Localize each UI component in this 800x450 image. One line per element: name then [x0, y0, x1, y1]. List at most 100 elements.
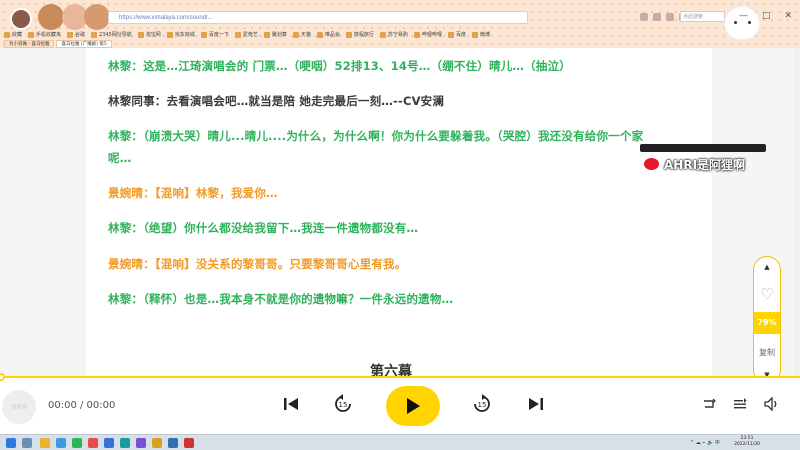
svg-text:15: 15 — [478, 401, 487, 409]
scroll-up-button[interactable]: ▲ — [754, 263, 780, 271]
bookmark-item[interactable]: 收藏 — [4, 31, 22, 38]
script-line: 林黎同事：去看演唱会吧…就当是陪 她走完最后一刻…--CV安澜 — [108, 94, 445, 108]
skip-next-icon — [529, 398, 543, 410]
previous-track-button[interactable] — [279, 392, 303, 416]
bookmark-icon — [91, 31, 98, 38]
repeat-icon — [704, 398, 716, 408]
bookmark-item[interactable]: 2345网址导航 — [91, 31, 132, 38]
browser-tab-active[interactable]: 喜马拉雅 (广播剧) 第5 — [56, 40, 112, 48]
loop-button[interactable] — [697, 392, 721, 416]
bookmark-icon — [413, 31, 420, 38]
extension-icon[interactable] — [640, 13, 648, 21]
rewind-15-icon: 15 — [335, 394, 351, 412]
bookmark-item[interactable]: 苏宁易购 — [379, 31, 408, 38]
bookmark-item[interactable]: 京东商城 — [166, 31, 195, 38]
bookmark-icon — [4, 31, 10, 38]
start-icon[interactable] — [6, 438, 16, 448]
bookmark-item[interactable]: 百度 — [447, 31, 466, 38]
minimize-button[interactable]: — — [739, 11, 748, 21]
script-line: 林黎：这是…江琦演唱会的 门票…（哽咽）52排13、14号…（绷不住）晴儿…（抽… — [108, 59, 571, 73]
weibo-watermark: AHRI是阿狸啊 — [640, 144, 770, 180]
play-button[interactable] — [386, 386, 440, 426]
bookmark-icon — [345, 31, 352, 38]
extension-icon[interactable] — [653, 13, 661, 21]
script-line: 景婉晴：【混响】林黎，我爱你… — [108, 186, 278, 200]
forward-15-icon: 15 — [474, 394, 490, 412]
folder-icon[interactable] — [40, 438, 50, 448]
bookmark-icon — [166, 31, 173, 38]
window-controls: — □ ✕ — [739, 11, 792, 21]
album-cover[interactable]: ◎◎◎ — [2, 390, 36, 424]
close-button[interactable]: ✕ — [784, 11, 792, 21]
bookmark-icon — [67, 31, 74, 38]
bookmark-item[interactable]: 微博 — [471, 31, 490, 38]
system-clock[interactable]: 23:51 2022/11/30 — [734, 436, 760, 448]
bookmark-icon — [316, 31, 323, 38]
weibo-handle: AHRI是阿狸啊 — [664, 158, 746, 172]
watermark-band — [640, 144, 766, 152]
bookmarks-bar: 收藏 手机收藏夹 谷歌 2345网址导航 淘宝网 京东商城 百度一下 爱奇艺 聚… — [4, 31, 490, 38]
system-tray[interactable]: ^ ☁ ⌁ 🔊 中 — [690, 439, 720, 446]
bookmark-item[interactable]: 谷歌 — [67, 31, 85, 38]
progress-handle[interactable] — [0, 373, 5, 381]
bookmark-item[interactable]: 爱奇艺 — [234, 31, 258, 38]
extension-icon[interactable] — [666, 13, 674, 21]
wechat-icon[interactable] — [72, 438, 82, 448]
svg-text:15: 15 — [339, 401, 348, 409]
bookmark-item[interactable]: 聚划算 — [263, 31, 287, 38]
tab-strip: 为小说做 - 喜马拉雅 喜马拉雅 (广播剧) 第5 — [4, 40, 112, 48]
app-icon[interactable] — [104, 438, 114, 448]
forward-15-button[interactable]: 15 — [470, 392, 494, 416]
bookmark-item[interactable]: 百度一下 — [200, 31, 229, 38]
user-avatar[interactable] — [10, 8, 32, 30]
bookmark-icon — [137, 31, 144, 38]
maximize-button[interactable]: □ — [762, 11, 771, 21]
script-line: 呢… — [108, 151, 132, 165]
bookmark-icon — [471, 31, 478, 38]
bookmark-item[interactable]: 哔哩哔哩 — [413, 31, 442, 38]
bookmark-item[interactable]: 天猫 — [292, 31, 311, 38]
script-line: 林黎：（释怀）也是…我本身不就是你的遗物嘛？一件永远的遗物… — [108, 292, 454, 306]
bookmark-icon — [28, 31, 35, 38]
bookmark-icon — [234, 31, 241, 38]
bookmark-item[interactable]: 手机收藏夹 — [28, 31, 61, 38]
bookmark-item[interactable]: 淘宝网 — [137, 31, 161, 38]
browser-chrome: https://www.ximalaya.com/sound/... 点此搜索 … — [0, 0, 800, 48]
next-track-button[interactable] — [524, 392, 548, 416]
bookmark-item[interactable]: 唯品会 — [316, 31, 340, 38]
browser-tab[interactable]: 为小说做 - 喜马拉雅 — [4, 40, 55, 48]
playback-time: 00:00 / 00:00 — [48, 400, 116, 411]
browser-search-input[interactable]: 点此搜索 — [680, 11, 725, 22]
script-line: 林黎：（崩溃大哭）晴儿...晴儿....为什么，为什么啊！你为什么要躲着我。（哭… — [108, 129, 644, 143]
bookmark-icon — [379, 31, 386, 38]
app-icon[interactable] — [152, 438, 162, 448]
teacup-decoration — [38, 4, 64, 30]
page-scrollbar[interactable] — [793, 48, 800, 390]
like-icon[interactable]: ♡ — [754, 285, 780, 303]
float-toolbar: ▲ ♡ 79% 复制 ▼ — [753, 256, 781, 384]
app-icon[interactable] — [136, 438, 146, 448]
weibo-icon — [644, 158, 659, 170]
app-icon[interactable] — [120, 438, 130, 448]
script-line: 景婉晴：【混响】没关系的黎哥哥。只要黎哥哥心里有我。 — [108, 257, 407, 271]
play-icon — [407, 398, 420, 414]
browser-icon[interactable] — [56, 438, 66, 448]
app-icon[interactable] — [184, 438, 194, 448]
volume-icon — [764, 397, 777, 411]
playlist-button[interactable] — [728, 392, 752, 416]
chapter-heading: 第六幕 — [370, 364, 412, 376]
bookmark-item[interactable]: 携程旅行 — [345, 31, 374, 38]
rewind-15-button[interactable]: 15 — [331, 392, 355, 416]
bookmark-icon — [292, 31, 299, 38]
address-bar[interactable]: https://www.ximalaya.com/sound/... — [108, 11, 528, 24]
bookmark-icon — [200, 31, 207, 38]
script-line: 林黎：（绝望）你什么都没给我留下…我连一件遗物都没有… — [108, 221, 419, 235]
copy-button[interactable]: 复制 — [754, 347, 780, 358]
task-view-icon[interactable] — [22, 438, 32, 448]
volume-button[interactable] — [760, 392, 784, 416]
app-icon[interactable] — [168, 438, 178, 448]
clock-date: 2022/11/30 — [734, 442, 760, 447]
os-taskbar: ^ ☁ ⌁ 🔊 中 23:51 2022/11/30 — [0, 434, 800, 450]
app-icon[interactable] — [88, 438, 98, 448]
skip-previous-icon — [284, 398, 298, 410]
